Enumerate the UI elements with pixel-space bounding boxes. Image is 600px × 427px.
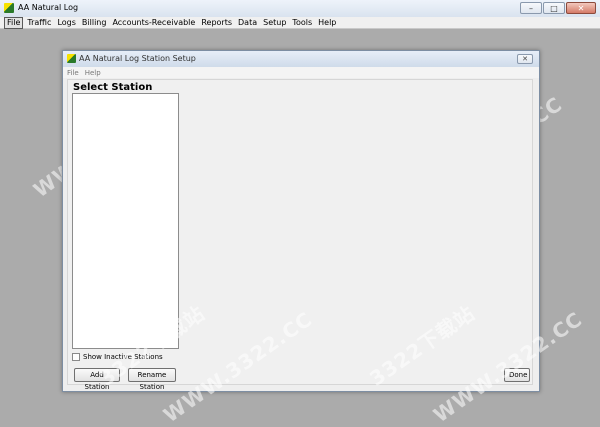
dialog-content: Select Station Show Inactive Stations Ad… [67,79,533,391]
show-inactive-checkbox[interactable] [72,353,80,361]
dialog-menu-help[interactable]: Help [85,69,101,77]
dialog-logo-icon [67,54,76,63]
menu-setup[interactable]: Setup [261,18,288,28]
maximize-button[interactable]: □ [543,2,565,14]
menu-billing[interactable]: Billing [80,18,109,28]
main-menubar: File Traffic Logs Billing Accounts-Recei… [0,16,600,29]
show-inactive-row[interactable]: Show Inactive Stations [72,353,163,361]
station-list[interactable] [72,93,179,349]
main-title-bar: AA Natural Log – □ ✕ [0,0,600,18]
menu-reports[interactable]: Reports [199,18,234,28]
show-inactive-label[interactable]: Show Inactive Stations [83,353,163,361]
station-setup-dialog: AA Natural Log Station Setup ✕ File Help… [62,50,540,392]
menu-tools[interactable]: Tools [290,18,314,28]
rename-station-button[interactable]: Rename Station [128,368,176,391]
menu-help[interactable]: Help [316,18,338,28]
window-title: AA Natural Log [18,3,79,12]
select-station-heading: Select Station [73,82,153,93]
minimize-button[interactable]: – [520,2,542,14]
done-button[interactable]: Done [504,368,530,382]
dialog-menubar: File Help [63,67,539,78]
close-button[interactable]: ✕ [566,2,596,14]
menu-traffic[interactable]: Traffic [25,18,53,28]
app-logo-icon [4,3,14,13]
menu-data[interactable]: Data [236,18,259,28]
dialog-menu-file[interactable]: File [67,69,79,77]
add-station-button[interactable]: Add Station [74,368,120,391]
menu-accounts-receivable[interactable]: Accounts-Receivable [110,18,197,28]
window-controls: – □ ✕ [520,2,596,14]
dialog-close-button[interactable]: ✕ [517,54,533,64]
menu-file[interactable]: File [4,16,24,29]
menu-logs[interactable]: Logs [55,18,77,28]
dialog-title: AA Natural Log Station Setup [79,54,196,63]
dialog-title-bar: AA Natural Log Station Setup ✕ [63,51,539,67]
